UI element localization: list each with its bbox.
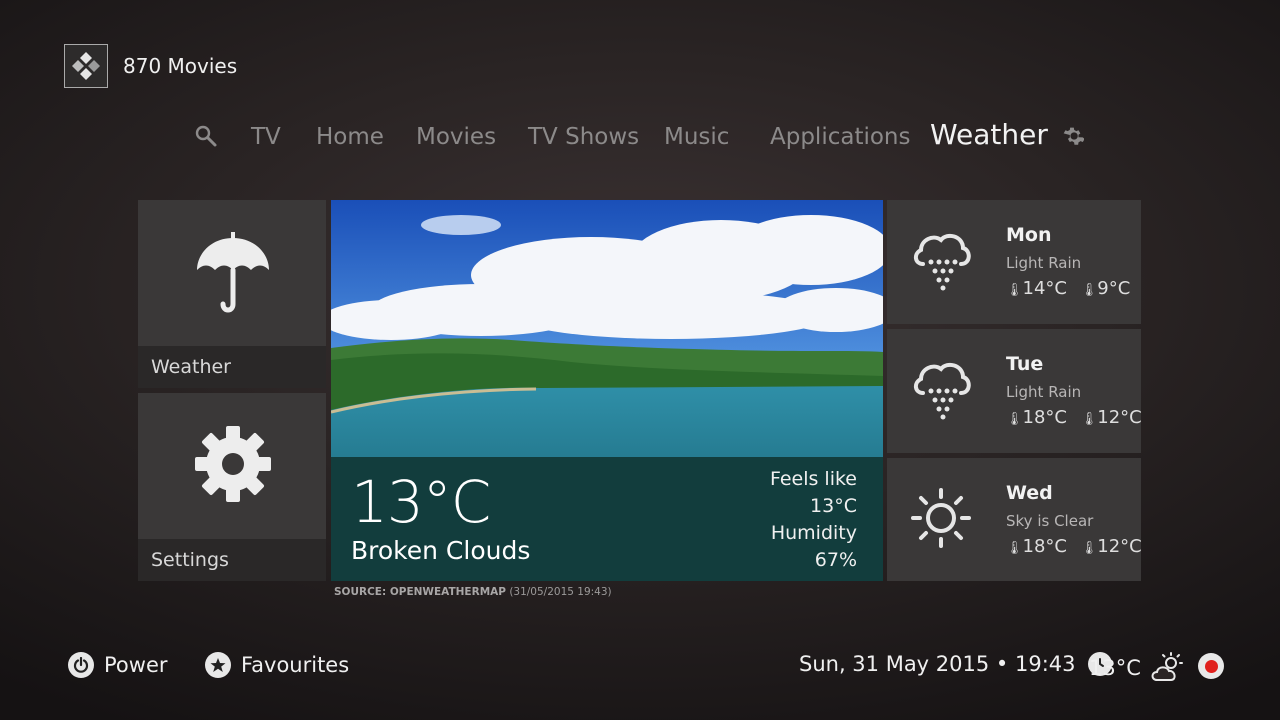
weather-source: SOURCE: OPENWEATHERMAP (31/05/2015 19:43… [334, 586, 612, 598]
humidity-label: Humidity [770, 522, 857, 544]
record-icon[interactable] [1198, 653, 1224, 679]
humidity-value: 67% [814, 549, 857, 571]
weather-tile-label: Weather [151, 356, 231, 378]
rain-cloud-icon [909, 357, 973, 425]
power-button[interactable]: Power [68, 652, 168, 678]
rain-cloud-icon [909, 228, 973, 296]
forecast-temps: 🌡︎18°C 🌡︎12°C [1006, 407, 1142, 428]
thermometer-icon: 🌡︎ [1080, 283, 1098, 298]
current-temperature: 13°C [351, 468, 491, 536]
favourites-button[interactable]: Favourites [205, 652, 349, 678]
app-title: 870 Movies [123, 54, 238, 78]
favourites-label: Favourites [241, 653, 350, 677]
nav-item-weather[interactable]: Weather [930, 118, 1048, 151]
power-label: Power [104, 653, 168, 677]
weather-tile[interactable]: Weather [138, 200, 326, 388]
forecast-tile-mon[interactable]: Mon Light Rain 🌡︎14°C 🌡︎9°C [887, 200, 1141, 324]
thermometer-icon: 🌡︎ [1006, 412, 1023, 427]
datetime-text: Sun, 31 May 2015 • 19:43 [799, 652, 1076, 676]
status-temperature: 13°C [1089, 656, 1141, 680]
star-icon [205, 652, 231, 678]
nav-item-home[interactable]: Home [316, 124, 384, 150]
nav-item-movies[interactable]: Movies [416, 124, 496, 150]
forecast-condition: Light Rain [1006, 254, 1082, 272]
settings-tile-label: Settings [151, 549, 229, 571]
forecast-condition: Sky is Clear [1006, 512, 1094, 530]
thermometer-icon: 🌡︎ [1080, 541, 1098, 556]
forecast-day: Tue [1006, 353, 1044, 375]
kodi-logo-icon [64, 44, 108, 88]
umbrella-icon [195, 232, 271, 318]
nav-item-music[interactable]: Music [664, 124, 729, 150]
forecast-day: Mon [1006, 224, 1052, 246]
thermometer-icon: 🌡︎ [1080, 412, 1098, 427]
nav-item-tv[interactable]: TV [251, 124, 281, 150]
thermometer-icon: 🌡︎ [1006, 283, 1023, 298]
nav-item-tv-shows[interactable]: TV Shows [528, 124, 639, 150]
partly-cloudy-icon [1149, 652, 1185, 684]
nav-item-applications[interactable]: Applications [770, 124, 911, 150]
feels-like-value: 13°C [810, 495, 857, 517]
search-icon[interactable] [194, 124, 218, 154]
weather-status[interactable]: 13°C [1089, 652, 1185, 684]
datetime-display: Sun, 31 May 2015 • 19:43 [799, 652, 1112, 676]
forecast-condition: Light Rain [1006, 383, 1082, 401]
forecast-tile-wed[interactable]: Wed Sky is Clear 🌡︎18°C 🌡︎12°C [887, 458, 1142, 581]
power-icon [68, 652, 94, 678]
sun-icon [909, 486, 973, 554]
gear-icon [194, 425, 272, 507]
forecast-temps: 🌡︎14°C 🌡︎9°C [1006, 278, 1131, 299]
feels-like-label: Feels like [769, 468, 857, 490]
forecast-temps: 🌡︎18°C 🌡︎12°C [1006, 536, 1142, 557]
current-condition: Broken Clouds [351, 536, 531, 565]
current-weather-panel[interactable]: 13°C Broken Clouds Feels like 13°C Humid… [331, 200, 883, 581]
main-nav: TV Home Movies TV Shows Music Applicatio… [0, 112, 1280, 164]
gear-icon[interactable] [1062, 125, 1085, 153]
thermometer-icon: 🌡︎ [1006, 541, 1023, 556]
settings-tile[interactable]: Settings [138, 393, 326, 581]
forecast-day: Wed [1006, 482, 1053, 504]
forecast-tile-tue[interactable]: Tue Light Rain 🌡︎18°C 🌡︎12°C [887, 329, 1142, 453]
